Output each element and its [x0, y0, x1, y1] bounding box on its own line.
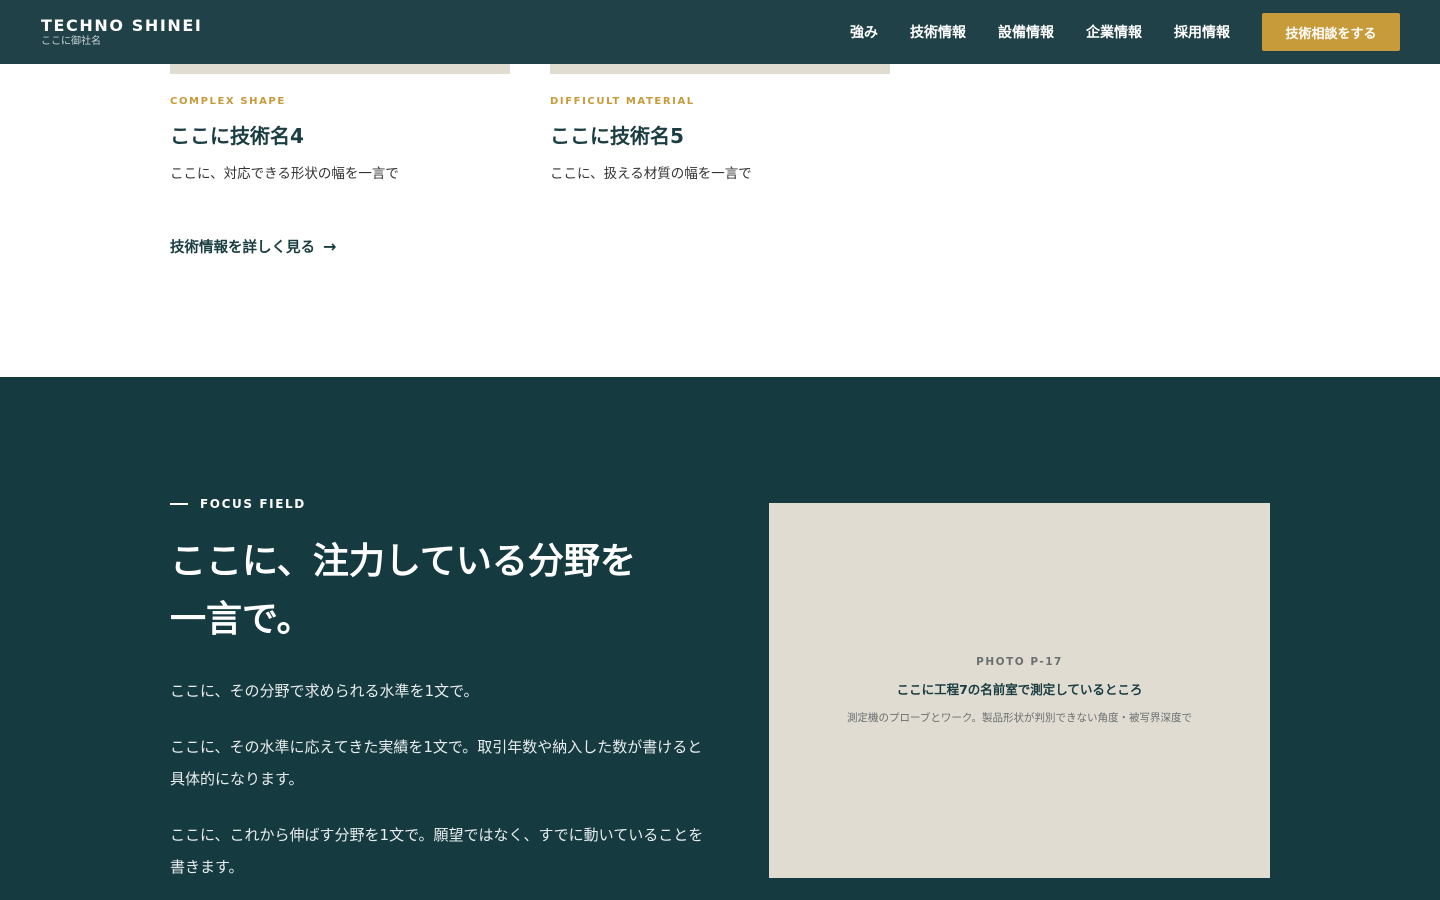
consult-button[interactable]: 技術相談をする: [1262, 13, 1400, 51]
focus-title-line1: ここに、注力している分野を: [170, 541, 636, 582]
nav-item-strengths[interactable]: 強み: [850, 22, 878, 42]
focus-paragraph: ここに、その分野で求められる水準を1文で。: [170, 682, 479, 700]
tech-card-image: [550, 64, 890, 74]
tech-card-tag: DIFFICULT MATERIAL: [550, 96, 695, 107]
focus-label-text: FOCUS FIELD: [200, 497, 306, 511]
tech-more-label: 技術情報を詳しく見る: [170, 240, 315, 256]
photo-placeholder: PHOTO P-17 ここに工程7の名前室で測定しているところ 測定機のプローブ…: [769, 503, 1270, 878]
dash-icon: [170, 503, 188, 505]
tech-card-title[interactable]: ここに技術名5: [550, 120, 684, 149]
nav-item-equipment-info[interactable]: 設備情報: [998, 22, 1054, 42]
focus-label: FOCUS FIELD: [170, 497, 306, 511]
photo-code: PHOTO P-17: [976, 656, 1063, 668]
tech-more-link[interactable]: 技術情報を詳しく見る →: [170, 236, 336, 257]
main-nav: 強み 技術情報 設備情報 企業情報 採用情報: [818, 0, 1230, 64]
tech-card-desc: ここに、対応できる形状の幅を一言で: [170, 166, 399, 182]
tech-card-title[interactable]: ここに技術名4: [170, 120, 304, 149]
nav-item-recruit-info[interactable]: 採用情報: [1174, 22, 1230, 42]
brand-subtitle: ここに御社名: [41, 36, 101, 47]
focus-title: ここに、注力している分野を 一言で。: [170, 533, 690, 649]
focus-section: FOCUS FIELD ここに、注力している分野を 一言で。 ここに、その分野で…: [0, 377, 1440, 900]
focus-paragraph: ここに、これから伸ばす分野を1文で。願望ではなく、すでに動いていることを書きます…: [170, 826, 704, 876]
tech-card-desc: ここに、扱える材質の幅を一言で: [550, 166, 752, 182]
focus-title-line2: 一言で。: [170, 599, 313, 640]
tech-card-image: [170, 64, 510, 74]
brand-logo[interactable]: TECHNO SHINEI ここに御社名: [41, 16, 202, 48]
site-header: TECHNO SHINEI ここに御社名 強み 技術情報 設備情報 企業情報 採…: [0, 0, 1440, 64]
photo-desc: 測定機のプローブとワーク。製品形状が判別できない角度・被写界深度で: [846, 712, 1193, 724]
photo-title: ここに工程7の名前室で測定しているところ: [896, 682, 1143, 697]
nav-item-tech-info[interactable]: 技術情報: [910, 22, 966, 42]
brand-name: TECHNO SHINEI: [41, 16, 203, 35]
nav-item-company-info[interactable]: 企業情報: [1086, 22, 1142, 42]
focus-paragraph: ここに、その水準に応えてきた実績を1文で。取引年数や納入した数が書けると具体的に…: [170, 738, 703, 788]
tech-card-tag: COMPLEX SHAPE: [170, 96, 286, 107]
arrow-right-icon: →: [323, 237, 337, 256]
